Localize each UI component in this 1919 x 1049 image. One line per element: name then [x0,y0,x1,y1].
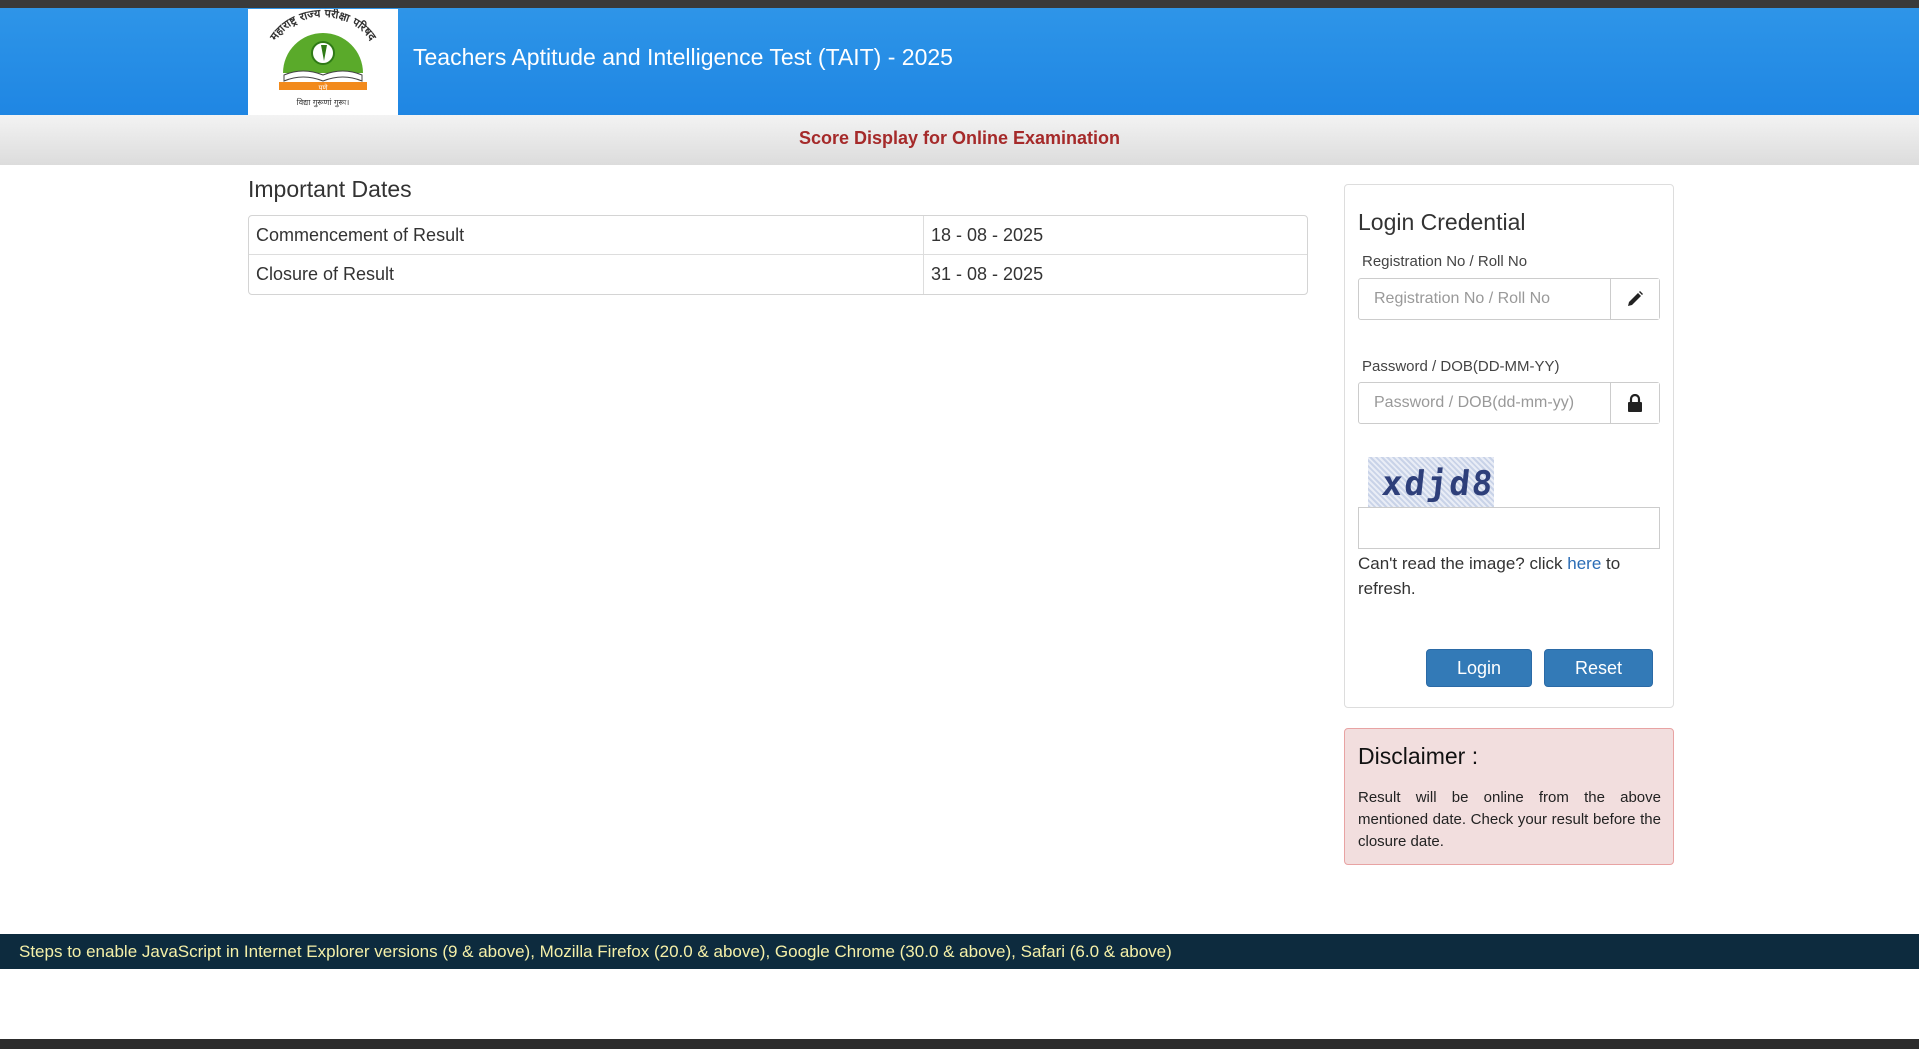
login-title: Login Credential [1358,209,1526,235]
disclaimer-text: Result will be online from the above men… [1358,789,1661,850]
captcha-input[interactable] [1358,507,1660,549]
emblem-logo-icon: महाराष्ट्र राज्य परीक्षा परिषद पुणे विद्… [267,6,379,108]
javascript-help-link[interactable]: Steps to enable JavaScript in Internet E… [19,942,1172,962]
date-label: Closure of Result [249,255,924,294]
password-input[interactable] [1359,383,1611,423]
password-input-group [1358,382,1660,424]
disclaimer-title: Disclaimer : [1358,743,1479,769]
date-value: 31 - 08 - 2025 [931,264,1044,284]
lock-icon [1610,383,1659,423]
reset-button[interactable]: Reset [1544,649,1653,687]
captcha-help-text: Can't read the image? click here to refr… [1358,554,1621,598]
page-title: Teachers Aptitude and Intelligence Test … [413,44,953,70]
captcha-refresh-link[interactable]: here [1567,554,1601,573]
subheader-title: Score Display for Online Examination [798,128,1121,148]
browser-top-strip [0,0,1919,8]
captcha-image: xdjd8 [1368,457,1494,507]
disclaimer-box: Disclaimer : Result will be online from … [1344,728,1674,865]
pencil-icon [1610,279,1659,319]
date-value: 18 - 08 - 2025 [924,216,1307,255]
svg-text:विद्या गुरूणां गुरूः।: विद्या गुरूणां गुरूः। [297,97,350,108]
logo: महाराष्ट्र राज्य परीक्षा परिषद पुणे विद्… [248,6,398,115]
table-row: Commencement of Result 18 - 08 - 2025 [249,216,1307,255]
login-button[interactable]: Login [1426,649,1532,687]
site-header: महाराष्ट्र राज्य परीक्षा परिषद पुणे विद्… [0,6,1919,115]
registration-input[interactable] [1359,279,1611,319]
important-dates-table: Commencement of Result 18 - 08 - 2025 Cl… [248,215,1308,295]
date-label: Commencement of Result [249,216,924,255]
registration-label: Registration No / Roll No [1362,253,1528,270]
svg-text:पुणे: पुणे [318,83,328,92]
browser-bottom-strip [0,1039,1919,1049]
table-row: Closure of Result 31 - 08 - 2025 [249,255,1307,294]
login-panel: Login Credential Registration No / Roll … [1344,184,1674,708]
subheader-bar: Score Display for Online Examination [0,115,1919,165]
footer-bar: Steps to enable JavaScript in Internet E… [0,934,1919,969]
important-dates-heading: Important Dates [248,176,412,202]
registration-input-group [1358,278,1660,320]
password-label: Password / DOB(DD-MM-YY) [1362,358,1560,375]
captcha-text: xdjd8 [1379,464,1494,504]
